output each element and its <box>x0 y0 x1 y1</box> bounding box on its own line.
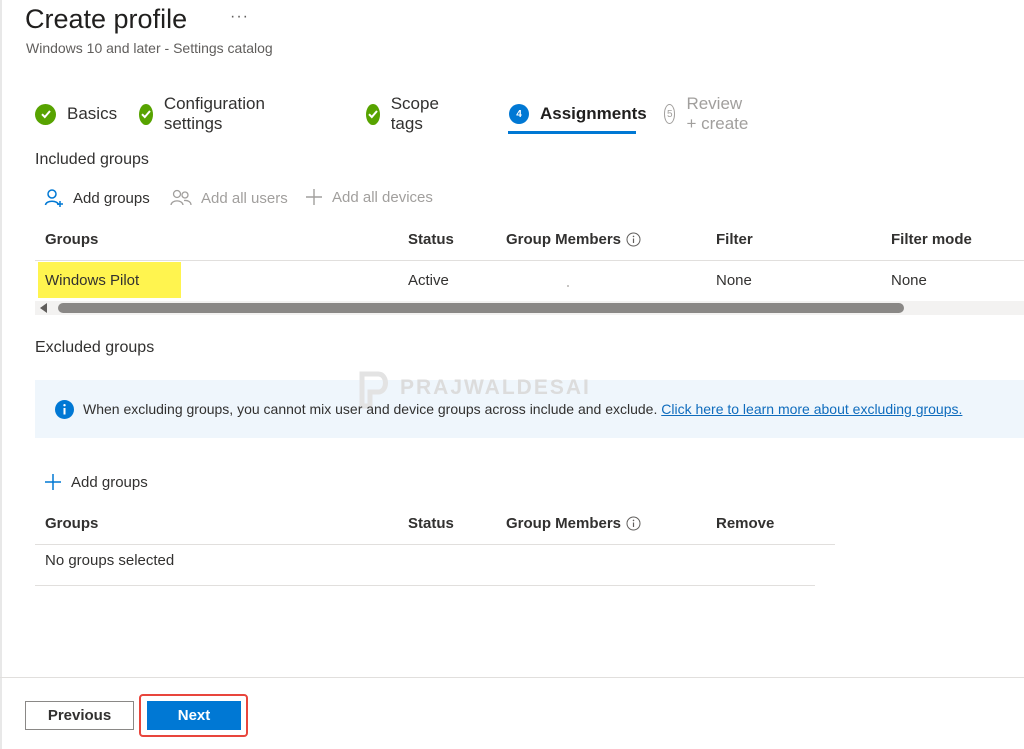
column-header-groups[interactable]: Groups <box>45 231 98 248</box>
add-all-users-label: Add all users <box>201 189 288 207</box>
people-icon <box>170 188 192 208</box>
step-scope-tags[interactable]: Scope tags <box>366 94 446 133</box>
group-members-cell <box>567 285 569 287</box>
info-message: When excluding groups, you cannot mix us… <box>83 401 658 417</box>
add-excluded-groups-button[interactable]: Add groups <box>44 473 148 491</box>
column-header-status[interactable]: Status <box>408 231 454 248</box>
column-header-groups[interactable]: Groups <box>45 515 98 532</box>
status-cell: Active <box>408 272 449 289</box>
step-number-icon: 4 <box>509 104 529 124</box>
step-label: Scope tags <box>390 94 439 133</box>
learn-more-link[interactable]: Click here to learn more about excluding… <box>661 401 962 417</box>
info-banner-text: When excluding groups, you cannot mix us… <box>83 401 962 417</box>
add-groups-button[interactable]: Add groups <box>44 188 150 208</box>
annotation-box <box>139 694 248 737</box>
step-configuration-settings[interactable]: Configuration settings <box>139 94 272 133</box>
table-divider <box>35 544 835 545</box>
excluded-groups-title: Excluded groups <box>35 339 155 356</box>
step-number-icon: 5 <box>664 104 676 124</box>
more-options-icon[interactable]: ··· <box>230 8 249 26</box>
watermark-text: PRAJWALDESAI <box>400 376 591 399</box>
check-circle-icon <box>35 103 56 125</box>
check-circle-icon <box>139 103 153 125</box>
page-subtitle: Windows 10 and later - Settings catalog <box>26 40 273 56</box>
page-title: Create profile <box>25 4 188 34</box>
add-all-users-button[interactable]: Add all users <box>170 188 288 208</box>
group-name-cell[interactable]: Windows Pilot <box>45 272 139 289</box>
plus-icon <box>44 473 62 491</box>
scroll-left-arrow-icon[interactable] <box>40 303 47 313</box>
column-header-label: Group Members <box>506 515 622 532</box>
column-header-filter[interactable]: Filter <box>716 231 753 248</box>
empty-state-text: No groups selected <box>45 552 175 569</box>
step-basics[interactable]: Basics <box>35 102 117 126</box>
column-header-filter-mode[interactable]: Filter mode <box>891 231 972 248</box>
step-label: Review + create <box>686 94 749 133</box>
included-groups-title: Included groups <box>35 151 149 168</box>
check-circle-icon <box>366 103 380 125</box>
step-label: Assignments <box>540 104 647 123</box>
plus-icon <box>305 188 323 206</box>
column-header-label: Group Members <box>506 231 622 248</box>
step-assignments[interactable]: 4 Assignments <box>509 102 647 126</box>
step-label: Basics <box>67 104 118 123</box>
table-divider <box>35 260 1024 261</box>
active-step-underline <box>508 131 636 134</box>
footer-divider <box>0 677 1024 678</box>
add-all-devices-label: Add all devices <box>332 188 433 206</box>
filter-mode-cell: None <box>891 272 927 289</box>
scrollbar-thumb[interactable] <box>58 303 904 313</box>
column-header-group-members[interactable]: Group Members <box>506 515 641 532</box>
info-icon[interactable] <box>626 232 641 247</box>
column-header-group-members[interactable]: Group Members <box>506 231 641 248</box>
left-border <box>0 0 2 749</box>
filter-cell[interactable]: None <box>716 272 752 289</box>
column-header-remove[interactable]: Remove <box>716 515 774 532</box>
previous-button[interactable]: Previous <box>25 701 134 730</box>
info-icon[interactable] <box>626 516 641 531</box>
add-all-devices-button[interactable]: Add all devices <box>305 188 433 206</box>
add-groups-label: Add groups <box>73 189 150 207</box>
step-label: Configuration settings <box>163 94 265 133</box>
info-filled-icon <box>55 400 74 424</box>
column-header-status[interactable]: Status <box>408 515 454 532</box>
table-divider <box>35 585 815 586</box>
step-review-create[interactable]: 5 Review + create <box>664 94 751 133</box>
add-groups-label: Add groups <box>71 473 148 491</box>
add-person-icon <box>44 188 64 208</box>
